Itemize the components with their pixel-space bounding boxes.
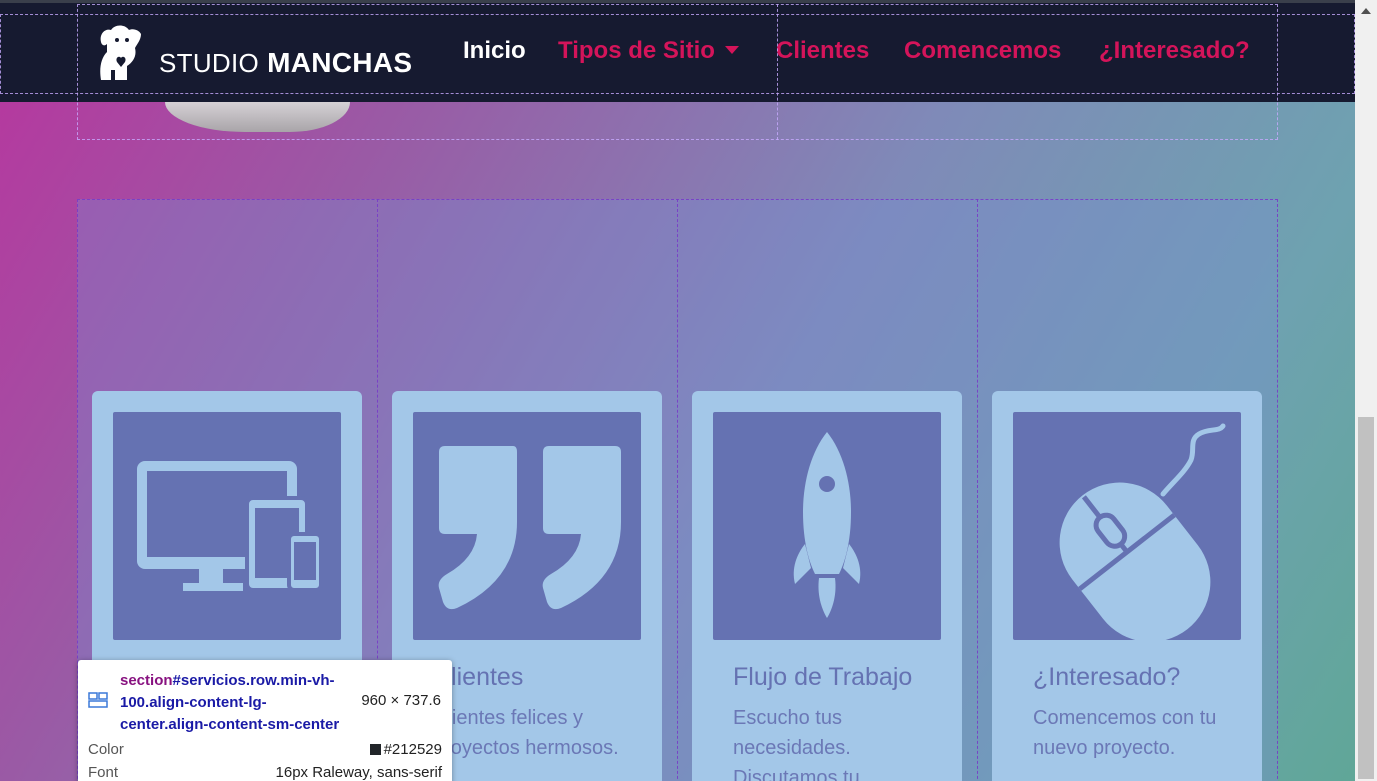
brand-name-light: STUDIO: [159, 48, 260, 78]
nav-link-tipos-label: Tipos de Sitio: [558, 37, 715, 64]
card-title: ¿Interesado?: [1033, 663, 1181, 691]
mouse-icon: [1013, 412, 1241, 640]
color-value: #212529: [383, 741, 442, 758]
font-value: 16px Raleway, sans-serif: [275, 764, 442, 781]
devtools-inspect-tooltip: section#servicios.row.min-vh-100.align-c…: [78, 660, 452, 781]
service-card-flujo: Flujo de Trabajo Escucho tus necesidades…: [692, 391, 962, 781]
quote-icon: [413, 412, 641, 640]
nav-link-clientes[interactable]: Clientes: [776, 37, 869, 65]
rocket-icon: [713, 412, 941, 640]
service-card-interesado: ¿Interesado? Comencemos con tu nuevo pro…: [992, 391, 1262, 781]
brand-name-bold: MANCHAS: [267, 47, 413, 78]
column-divider: [977, 199, 978, 781]
nav-link-interesado[interactable]: ¿Interesado?: [1099, 37, 1250, 65]
brand-logo[interactable]: STUDIO MANCHAS: [97, 20, 412, 86]
vertical-scrollbar[interactable]: [1355, 0, 1377, 781]
card-title: Flujo de Trabajo: [733, 663, 913, 691]
card-text: Clientes felices y proyectos hermosos.: [433, 707, 619, 759]
scrollbar-thumb[interactable]: [1358, 417, 1374, 779]
element-selector: section#servicios.row.min-vh-100.align-c…: [120, 670, 350, 736]
grid-layout-icon: [88, 692, 108, 708]
caret-down-icon: [724, 46, 739, 54]
devices-icon: [113, 412, 341, 640]
color-swatch: [369, 744, 381, 755]
column-divider: [677, 199, 678, 781]
nav-link-inicio[interactable]: Inicio: [463, 37, 526, 65]
color-value-wrap: #212529: [369, 741, 442, 758]
nav-link-comencemos[interactable]: Comencemos: [904, 37, 1061, 65]
nav-link-tipos-de-sitio[interactable]: Tipos de Sitio: [558, 37, 739, 65]
scroll-up-arrow-icon[interactable]: [1361, 8, 1371, 14]
element-size: 960 × 737.6: [361, 692, 441, 709]
element-tag: section: [120, 672, 173, 689]
brand-name: STUDIO MANCHAS: [159, 47, 412, 79]
card-text: Comencemos con tu nuevo proyecto.: [1033, 707, 1217, 759]
dog-logo-icon: [100, 25, 141, 80]
navbar: STUDIO MANCHAS Inicio Tipos de Sitio Cli…: [0, 3, 1355, 102]
color-row: Color #212529: [88, 741, 442, 758]
hero-image-fragment: [165, 102, 350, 132]
card-text: Escucho tus necesidades. Discutamos tu: [733, 707, 860, 781]
font-label: Font: [88, 764, 119, 781]
color-label: Color: [88, 741, 124, 758]
font-row: Font 16px Raleway, sans-serif: [88, 764, 442, 781]
